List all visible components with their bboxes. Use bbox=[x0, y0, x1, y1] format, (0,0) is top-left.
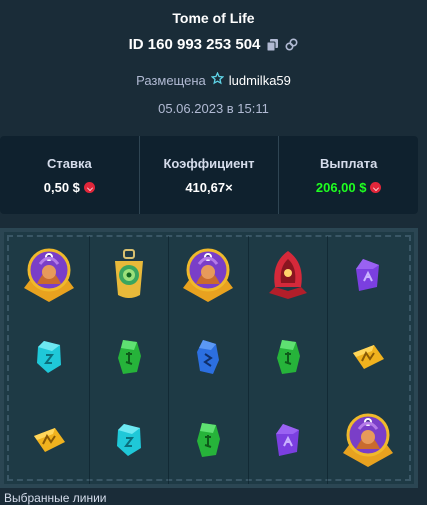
wizard-symbol-icon bbox=[337, 409, 399, 476]
bet-id-row: ID 160 993 253 504 bbox=[0, 36, 427, 53]
cyan-rune-symbol-icon bbox=[34, 339, 64, 380]
wizard-symbol-icon bbox=[18, 244, 80, 311]
reel-cell bbox=[328, 319, 408, 402]
reel-cell bbox=[249, 401, 329, 484]
payout-stat: Выплата 206,00 $ bbox=[278, 136, 418, 214]
vip-star-icon bbox=[210, 71, 225, 88]
green-rune-symbol-icon bbox=[115, 338, 143, 381]
game-title: Tome of Life bbox=[172, 10, 255, 26]
copy-icon[interactable] bbox=[266, 38, 279, 51]
cyan-rune-symbol-icon bbox=[114, 422, 144, 463]
reel-cell bbox=[10, 318, 90, 402]
tron-currency-icon bbox=[370, 181, 382, 193]
purple-rune-symbol-icon bbox=[273, 422, 303, 463]
placed-by-row: Размещена ludmilka59 bbox=[0, 71, 427, 88]
eye-amulet-symbol-icon bbox=[112, 248, 146, 306]
reel-cell bbox=[10, 236, 90, 319]
bet-date: 05.06.2023 в 15:11 bbox=[158, 101, 269, 116]
placed-label: Размещена bbox=[136, 72, 206, 88]
reel-cell bbox=[90, 401, 170, 484]
blue-rune-symbol-icon bbox=[194, 338, 222, 381]
green-rune-symbol-icon bbox=[274, 338, 302, 381]
reel-cell bbox=[10, 401, 90, 484]
reel-cell bbox=[328, 236, 408, 319]
bet-stats-panel: Ставка 0,50 $ Коэффициент 410,67× Выплат… bbox=[0, 136, 418, 214]
bet-id: ID 160 993 253 504 bbox=[128, 36, 261, 53]
multiplier-stat: Коэффициент 410,67× bbox=[138, 136, 279, 214]
payout-value-row: 206,00 $ bbox=[316, 180, 382, 195]
yellow-rune-symbol-icon bbox=[31, 426, 67, 459]
tron-currency-icon bbox=[83, 181, 95, 193]
multiplier-label: Коэффициент bbox=[163, 155, 255, 171]
bet-value: 0,50 $ bbox=[43, 179, 80, 195]
reel-cell bbox=[328, 401, 408, 484]
multiplier-value: 410,67× bbox=[185, 179, 233, 195]
link-icon[interactable] bbox=[285, 38, 298, 51]
purple-rune-symbol-icon bbox=[353, 257, 383, 298]
bet-amount-stat: Ставка 0,50 $ bbox=[0, 136, 139, 214]
reel-cell bbox=[169, 236, 249, 319]
reel-cell bbox=[90, 236, 170, 319]
slot-board bbox=[0, 228, 418, 488]
reel-cell bbox=[90, 318, 170, 402]
username-link[interactable]: ludmilka59 bbox=[229, 73, 291, 88]
payout-value: 206,00 $ bbox=[315, 179, 367, 195]
reel-cell bbox=[169, 318, 249, 402]
green-rune-symbol-icon bbox=[194, 421, 222, 464]
bet-label: Ставка bbox=[46, 155, 92, 171]
reel-grid bbox=[10, 236, 408, 484]
reel-cell bbox=[249, 318, 329, 402]
reel-cell bbox=[249, 236, 329, 319]
payout-label: Выплата bbox=[319, 155, 378, 171]
yellow-rune-symbol-icon bbox=[350, 343, 386, 376]
reel-cell bbox=[169, 401, 249, 484]
bet-value-row: 0,50 $ bbox=[44, 180, 95, 195]
wizard-symbol-icon bbox=[177, 244, 239, 311]
red-amulet-symbol-icon bbox=[265, 249, 311, 306]
selected-lines-caption: Выбранные линии bbox=[4, 491, 107, 505]
